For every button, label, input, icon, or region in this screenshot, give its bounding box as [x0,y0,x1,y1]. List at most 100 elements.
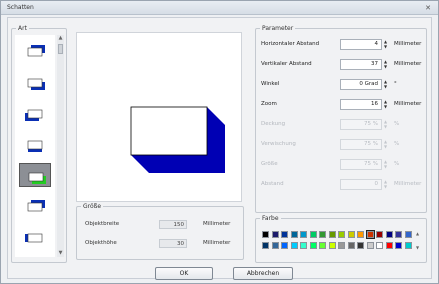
param-label-0: Horizontaler Abstand [261,41,320,47]
param-unit-0: Millimeter [394,41,422,47]
color-swatch[interactable] [395,242,402,249]
param-value-1: 37 [371,61,378,67]
color-swatch[interactable] [357,231,364,238]
param-value-3: 16 [371,101,378,107]
scroll-thumb[interactable] [58,44,63,54]
param-unit-5: % [394,141,400,147]
scroll-down-icon[interactable]: ▼ [57,250,64,257]
spin-arrows-icon[interactable]: ▲ ▼ [384,39,390,50]
color-swatch[interactable] [347,231,355,238]
color-group: Farbe ▲ ▼ [255,215,427,263]
art-item-0[interactable] [19,39,51,63]
art-group: Art ▲ ▼ [11,25,67,263]
color-swatch[interactable] [404,242,412,249]
param-spinbox-5: 75 % [340,139,382,150]
color-swatch[interactable] [300,231,307,238]
art-scrollbar[interactable]: ▲ ▼ [57,35,64,257]
param-spinbox-0[interactable]: 4 [340,39,382,50]
param-spinbox-4: 75 % [340,119,382,130]
spin-arrows-icon[interactable]: ▲ ▼ [384,59,390,70]
param-label-2: Winkel [261,81,280,87]
param-spinbox-1[interactable]: 37 [340,59,382,70]
param-unit-7: Millimeter [394,181,422,187]
art-list[interactable] [15,35,55,257]
spin-arrows-icon[interactable]: ▲ ▼ [384,79,390,90]
color-swatch[interactable] [262,242,269,249]
color-swatch[interactable] [271,242,279,249]
color-swatch[interactable] [290,242,298,249]
color-swatch[interactable] [328,231,336,238]
object-width-label: Objektbreite [85,221,120,227]
color-swatch[interactable] [338,231,345,238]
art-item-5[interactable] [19,194,51,218]
size-group: Größe Objektbreite 150 Millimeter Objekt… [76,203,244,260]
close-button[interactable]: ✕ [422,3,434,13]
spin-arrows-icon: ▲ ▼ [384,119,388,129]
param-unit-2: ° [394,81,397,87]
color-swatch[interactable] [281,242,288,249]
color-scroll-up-icon[interactable]: ▲ [416,231,419,236]
param-value-0: 4 [374,41,379,47]
color-swatch[interactable] [319,231,326,238]
color-swatch[interactable] [376,242,383,249]
art-item-2[interactable] [19,101,51,125]
art-item-3[interactable] [19,132,51,156]
color-swatch[interactable] [357,242,364,249]
shadow-right-bottom-icon [27,78,45,90]
spin-arrows-icon[interactable]: ▲ ▼ [384,99,390,110]
color-swatch[interactable] [309,231,317,238]
param-label-1: Vertikaler Abstand [261,61,312,67]
param-value-2: 0 Grad [359,81,378,87]
color-swatch[interactable] [309,242,317,249]
color-swatch[interactable] [262,231,269,238]
spin-arrows-icon: ▲ ▼ [384,159,388,169]
art-item-4[interactable] [19,163,51,187]
object-width-unit: Millimeter [203,221,231,227]
color-swatch[interactable] [385,242,393,249]
object-height-unit: Millimeter [203,240,231,246]
color-group-title: Farbe [260,215,281,222]
param-label-5: Verwischung [261,141,296,147]
color-swatch[interactable] [376,231,383,238]
parameter-group: Parameter Horizontaler Abstand 4 ▲ ▼ Millime… [255,25,427,213]
param-spinbox-6: 75 % [340,159,382,170]
art-item-1[interactable] [19,70,51,94]
art-item-6[interactable] [19,225,51,249]
param-unit-6: % [394,161,400,167]
shadow-selected-icon [28,172,46,184]
color-swatch[interactable] [347,242,355,249]
color-scroll-down-icon[interactable]: ▼ [416,245,419,250]
cancel-button[interactable]: Abbrechen [233,267,293,280]
color-swatch[interactable] [328,242,336,249]
param-value-5: 75 % [364,141,378,147]
title-bar: Schatten ✕ [1,1,438,15]
spin-arrows-icon: ▲ ▼ [384,179,388,189]
color-swatch[interactable] [404,231,412,238]
param-label-6: Größe [261,161,278,167]
color-swatch[interactable] [366,242,374,249]
color-swatch[interactable] [385,231,393,238]
shadow-left-icon [25,233,43,243]
color-swatch[interactable] [338,242,345,249]
param-spinbox-3[interactable]: 16 [340,99,382,110]
object-height-value: 30 [159,239,187,248]
shadow-right-top-icon [27,45,45,57]
color-swatch[interactable] [290,231,298,238]
param-label-4: Deckung [261,121,286,127]
param-spinbox-2[interactable]: 0 Grad [340,79,382,90]
shadow-preview-graphic [130,106,225,173]
color-swatch[interactable] [395,231,402,238]
param-unit-3: Millimeter [394,101,422,107]
ok-button[interactable]: OK [155,267,213,280]
shadow-top-right-icon [27,200,45,212]
preview-object [130,106,208,156]
color-swatch[interactable] [271,231,279,238]
color-swatch[interactable] [365,230,375,239]
color-swatch[interactable] [319,242,326,249]
shadow-left-bottom-icon [25,109,43,121]
scroll-up-icon[interactable]: ▲ [57,35,64,42]
color-swatch[interactable] [281,231,288,238]
color-swatch[interactable] [300,242,307,249]
param-unit-1: Millimeter [394,61,422,67]
param-value-7: 0 [374,181,379,187]
